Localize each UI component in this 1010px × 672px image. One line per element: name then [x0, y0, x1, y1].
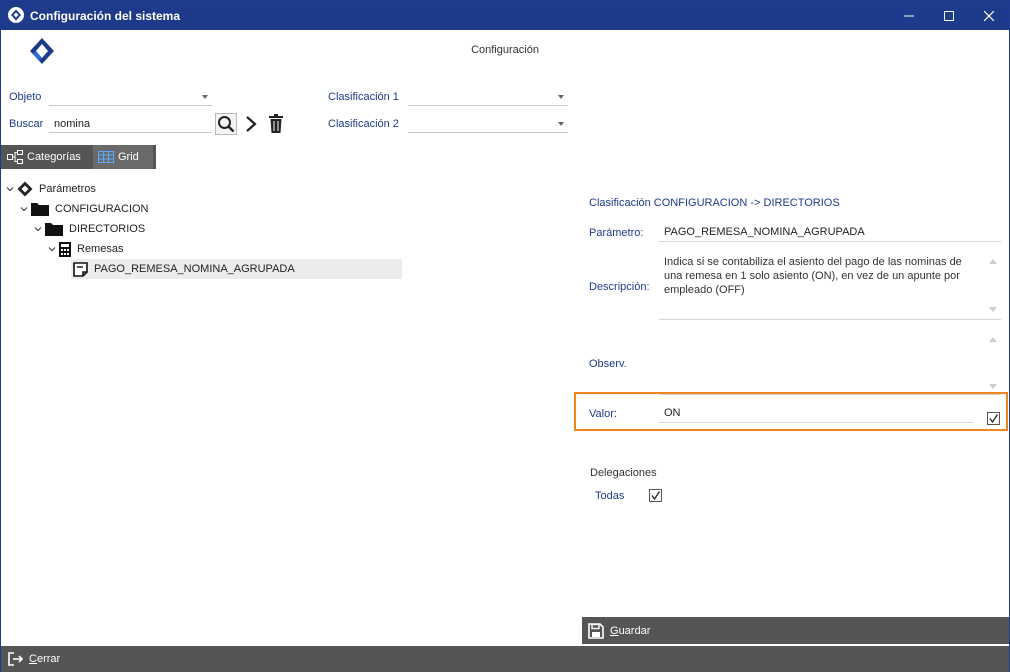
window-title: Configuración del sistema [30, 9, 181, 23]
tree-node-label: PAGO_REMESA_NOMINA_AGRUPADA [94, 263, 295, 275]
tree-node-label: CONFIGURACION [55, 203, 149, 215]
checkmark-icon [651, 491, 661, 501]
chevron-down-icon[interactable] [5, 184, 15, 194]
minimize-icon [904, 15, 914, 16]
search-icon [218, 116, 235, 133]
chevron-down-icon [202, 95, 208, 99]
tree-node-label: DIRECTORIOS [69, 223, 146, 235]
parametro-label: Parámetro: [589, 227, 644, 239]
scroll-up-icon[interactable] [989, 337, 997, 342]
close-button[interactable] [969, 1, 1009, 30]
tab-categorias-label: Categorías [27, 151, 81, 163]
buscar-value: nomina [54, 118, 91, 130]
scroll-up-icon[interactable] [989, 259, 997, 264]
tree-node-directorios[interactable]: DIRECTORIOS [33, 219, 145, 239]
chevron-down-icon[interactable] [47, 244, 57, 254]
parametro-field[interactable]: PAGO_REMESA_NOMINA_AGRUPADA [659, 223, 1001, 242]
descripcion-label: Descripción: [589, 281, 650, 293]
folder-icon [45, 222, 63, 236]
next-button[interactable] [240, 113, 262, 135]
app-logo-icon [8, 7, 24, 23]
tree-node-remesas[interactable]: Remesas [47, 239, 123, 259]
exit-icon [8, 652, 24, 666]
clasificacion2-label: Clasificación 2 [328, 118, 399, 130]
page-title: Configuración [471, 44, 539, 56]
descripcion-textarea[interactable]: Indica si se contabiliza el asiento del … [659, 254, 1001, 320]
clasificacion1-combo[interactable] [408, 88, 568, 106]
clasificacion-heading: Clasificación CONFIGURACION -> DIRECTORI… [589, 197, 840, 209]
trash-icon [269, 114, 283, 133]
folder-icon [31, 202, 49, 216]
chevron-down-icon[interactable] [33, 224, 43, 234]
grid-icon [98, 151, 114, 163]
guardar-label: Guardar [610, 624, 651, 637]
hierarchy-icon [7, 150, 23, 164]
valor-checkbox[interactable] [987, 412, 1000, 425]
valor-field[interactable]: ON [659, 404, 973, 423]
calculator-icon [59, 241, 71, 257]
maximize-button[interactable] [929, 1, 969, 30]
tree-node-parametros[interactable]: Parámetros [5, 179, 96, 199]
save-icon [588, 622, 604, 639]
tree-node-pago-remesa[interactable]: PAGO_REMESA_NOMINA_AGRUPADA [71, 259, 402, 279]
buscar-label: Buscar [9, 118, 44, 130]
tree-node-label: Remesas [77, 243, 124, 255]
clasificacion2-combo[interactable] [408, 115, 568, 133]
search-button[interactable] [215, 113, 237, 135]
observ-label: Observ. [589, 358, 627, 370]
chevron-right-icon [246, 116, 257, 132]
chevron-down-icon[interactable] [19, 204, 29, 214]
tab-grid[interactable]: Grid [93, 145, 153, 169]
todas-checkbox[interactable] [649, 489, 662, 502]
todas-label: Todas [595, 490, 625, 502]
objeto-combo[interactable] [49, 88, 212, 106]
checkmark-icon [989, 414, 999, 424]
cerrar-label: Cerrar [29, 653, 61, 665]
cerrar-button[interactable]: Cerrar [1, 646, 1009, 672]
tab-categorias[interactable]: Categorías [7, 145, 81, 169]
descripcion-value: Indica si se contabiliza el asiento del … [664, 256, 962, 296]
valor-label: Valor: [589, 408, 617, 420]
valor-value: ON [664, 407, 681, 419]
configuracion-window: Configuración del sistema Configuración … [0, 0, 1010, 672]
scroll-down-icon[interactable] [989, 384, 997, 389]
clasificacion1-label: Clasificación 1 [328, 91, 399, 103]
tree-node-label: Parámetros [39, 183, 96, 195]
maximize-icon [944, 10, 954, 21]
minimize-button[interactable] [889, 1, 929, 30]
objeto-label: Objeto [9, 91, 42, 103]
tree-node-configuracion[interactable]: CONFIGURACION [19, 199, 149, 219]
scroll-down-icon[interactable] [989, 307, 997, 312]
note-icon [73, 261, 88, 277]
delegaciones-label: Delegaciones [590, 467, 657, 479]
parametro-value: PAGO_REMESA_NOMINA_AGRUPADA [664, 226, 865, 238]
guardar-button[interactable]: Guardar [582, 617, 1009, 644]
chevron-down-icon [558, 95, 564, 99]
title-bar: Configuración del sistema [1, 1, 1009, 30]
logo-icon [17, 181, 33, 197]
delete-button[interactable] [265, 113, 287, 135]
close-icon [984, 10, 994, 21]
tab-grid-label: Grid [118, 151, 139, 163]
buscar-input[interactable]: nomina [49, 115, 212, 133]
view-tabs: Categorías Grid [1, 145, 156, 169]
observ-textarea[interactable] [659, 331, 1001, 395]
chevron-down-icon [558, 122, 564, 126]
